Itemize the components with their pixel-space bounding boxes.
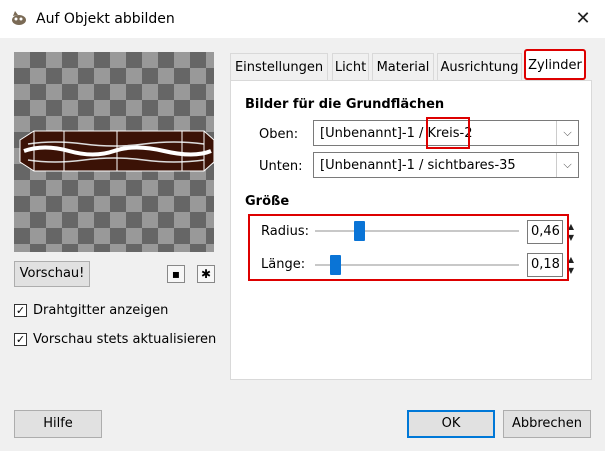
auto-update-checkbox[interactable]: ✓ xyxy=(14,332,27,346)
highlight-size xyxy=(248,214,569,281)
bottom-image-select[interactable]: [Unbenannt]-1 / sichtbares-35 ⌵ xyxy=(313,152,579,178)
size-heading: Größe xyxy=(245,194,290,209)
help-button[interactable]: Hilfe xyxy=(14,410,102,438)
chevron-down-icon: ⌵ xyxy=(556,153,578,177)
cylinder-preview-image xyxy=(19,130,214,172)
base-images-heading: Bilder für die Grundflächen xyxy=(245,97,445,112)
cylinder-panel: Bilder für die Grundflächen Oben: [Unben… xyxy=(230,80,592,380)
bottom-label: Unten: xyxy=(259,159,303,174)
auto-update-option[interactable]: ✓ Vorschau stets aktualisieren xyxy=(14,329,216,349)
top-label: Oben: xyxy=(259,127,299,142)
tab-ausrichtung[interactable]: Ausrichtung xyxy=(437,53,522,80)
bottom-image-value: [Unbenannt]-1 / sichtbares-35 xyxy=(320,158,516,173)
highlight-kreis xyxy=(426,117,470,149)
wireframe-checkbox[interactable]: ✓ xyxy=(14,303,27,317)
cancel-button[interactable]: Abbrechen xyxy=(503,410,591,438)
close-icon: ✕ xyxy=(575,8,591,29)
zoom-out-icon: ▪ xyxy=(171,267,181,281)
tab-einstellungen[interactable]: Einstellungen xyxy=(230,53,328,80)
auto-update-label: Vorschau stets aktualisieren xyxy=(33,331,217,347)
zoom-in-icon: ✱ xyxy=(200,267,212,281)
wireframe-label: Drahtgitter anzeigen xyxy=(33,302,169,318)
window-title: Auf Objekt abbilden xyxy=(36,11,175,27)
preview-button[interactable]: Vorschau! xyxy=(14,261,90,287)
chevron-down-icon: ⌵ xyxy=(556,121,578,145)
gimp-icon xyxy=(12,11,26,25)
ok-button[interactable]: OK xyxy=(407,410,495,438)
zoom-out-button[interactable]: ▪ xyxy=(167,265,185,283)
tab-licht[interactable]: Licht xyxy=(332,53,369,80)
zoom-in-button[interactable]: ✱ xyxy=(197,265,215,283)
close-button[interactable]: ✕ xyxy=(568,4,598,34)
title-bar: Auf Objekt abbilden ✕ xyxy=(0,0,605,38)
preview-canvas xyxy=(14,52,214,252)
wireframe-option[interactable]: ✓ Drahtgitter anzeigen xyxy=(14,300,168,320)
tab-zylinder[interactable]: Zylinder xyxy=(524,49,586,80)
tab-material[interactable]: Material xyxy=(372,53,434,80)
